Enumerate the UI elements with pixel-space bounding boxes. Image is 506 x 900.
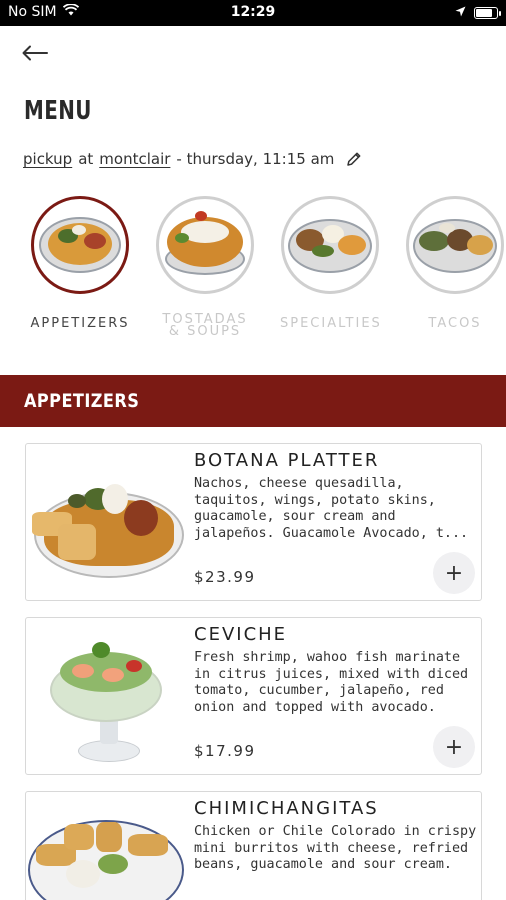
status-bar: No SIM 12:29 [0,0,506,26]
category-tacos[interactable]: TACOS [405,196,505,330]
order-connector: at [78,150,94,168]
category-row: APPETIZERS TOSTADAS & SOUPS SPECIALTIES [0,196,506,356]
location-arrow-icon [455,5,466,21]
add-item-button[interactable]: + [433,726,475,768]
category-specialties[interactable]: SPECIALTIES [280,196,380,330]
category-image-specialties [281,196,379,294]
edit-pencil-icon[interactable] [346,151,362,167]
menu-item-description: Nachos, cheese quesadilla, taquitos, win… [194,476,469,541]
battery-icon [474,7,501,19]
menu-item-image [28,628,188,766]
order-info: pickup at montclair - thursday, 11:15 am [23,150,362,168]
menu-item-name: BOTANA PLATTER [194,450,380,471]
battery-fill [476,9,493,17]
order-time: - thursday, 11:15 am [176,150,335,168]
menu-item-card[interactable]: BOTANA PLATTER Nachos, cheese quesadilla… [25,443,482,601]
category-label: APPETIZERS [30,316,130,331]
menu-item-image [28,802,188,900]
menu-item-description: Fresh shrimp, wahoo fish marinate in cit… [194,650,469,715]
category-image-tostadas [156,196,254,294]
section-header: APPETIZERS [0,375,506,427]
order-mode-link[interactable]: pickup [23,150,72,168]
category-label: TOSTADAS & SOUPS [162,312,248,339]
status-right [455,5,501,21]
menu-item-name: CEVICHE [194,624,288,645]
back-arrow-icon [22,45,48,61]
category-image-tacos [406,196,504,294]
menu-item-description: Chicken or Chile Colorado in crispy mini… [194,824,477,872]
status-time: 12:29 [230,4,276,20]
add-item-button[interactable]: + [433,552,475,594]
section-title: APPETIZERS [24,390,140,412]
category-label: TACOS [428,316,482,331]
category-label: SPECIALTIES [280,316,382,331]
category-tostadas-soups[interactable]: TOSTADAS & SOUPS [155,196,255,338]
page-title: MENU [24,96,92,126]
order-location-link[interactable]: montclair [99,150,170,168]
menu-item-image [28,454,188,592]
menu-item-card[interactable]: CHIMICHANGITAS Chicken or Chile Colorado… [25,791,482,900]
menu-item-card[interactable]: CEVICHE Fresh shrimp, wahoo fish marinat… [25,617,482,775]
menu-item-price: $17.99 [194,742,256,760]
menu-item-price: $23.99 [194,568,256,586]
menu-item-name: CHIMICHANGITAS [194,798,379,819]
category-image-appetizers [31,196,129,294]
category-appetizers[interactable]: APPETIZERS [30,196,130,330]
back-button[interactable] [22,38,52,68]
